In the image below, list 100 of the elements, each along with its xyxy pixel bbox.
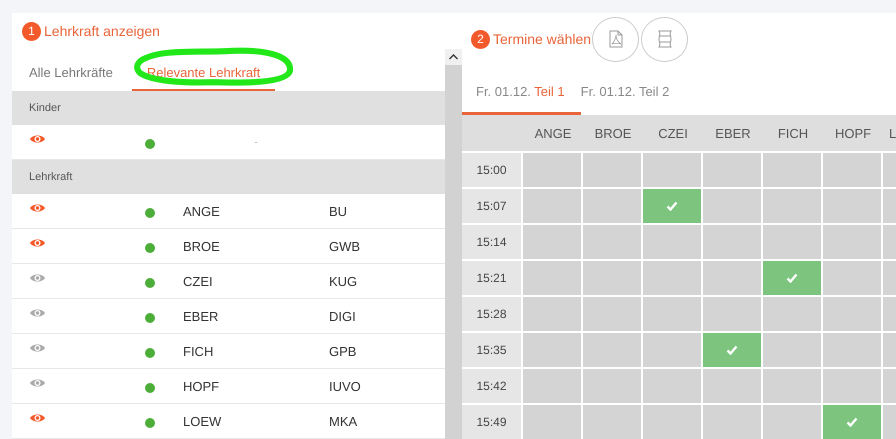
column-header: CZEI xyxy=(658,126,688,140)
time-slot[interactable] xyxy=(643,369,701,403)
time-slot[interactable] xyxy=(583,405,641,439)
column-header: FICH xyxy=(778,126,808,140)
eye-icon[interactable] xyxy=(29,133,46,145)
time-slot[interactable] xyxy=(583,369,641,403)
time-slot[interactable] xyxy=(823,405,881,439)
time-slot[interactable] xyxy=(703,369,761,403)
time-slot[interactable] xyxy=(763,153,821,187)
subject-code: GWB xyxy=(329,238,360,254)
step-badge: 2 xyxy=(471,30,490,49)
time-slot[interactable] xyxy=(823,225,881,259)
time-slot[interactable] xyxy=(583,225,641,259)
time-slot[interactable] xyxy=(643,297,701,331)
section-title: Termine wählen xyxy=(493,31,592,48)
column-header: ANGE xyxy=(534,126,572,140)
time-slot[interactable] xyxy=(643,261,701,295)
time-slot[interactable] xyxy=(763,189,821,223)
teacher-code: LOEW xyxy=(183,414,222,428)
time-slot[interactable] xyxy=(823,369,881,403)
teacher-code: BROE xyxy=(183,238,220,254)
time-slot[interactable] xyxy=(583,189,641,223)
pdf-icon xyxy=(608,30,623,48)
time-cell: 15:21 xyxy=(462,261,521,295)
teacher-code: FICH xyxy=(183,344,214,358)
time-slot[interactable] xyxy=(703,297,761,331)
check-icon xyxy=(726,345,738,355)
time-slot[interactable] xyxy=(823,333,881,367)
time-slot[interactable] xyxy=(523,333,581,367)
eye-icon[interactable] xyxy=(29,237,46,249)
time-slot[interactable] xyxy=(763,369,821,403)
time-slot[interactable] xyxy=(583,261,641,295)
scrollbar[interactable] xyxy=(445,49,462,439)
time-slot[interactable] xyxy=(703,261,761,295)
teacher-code: - xyxy=(254,136,258,148)
time-cell: 15:07 xyxy=(462,189,521,223)
teacher-code: ANGE xyxy=(183,204,220,218)
teacher-code: CZEI xyxy=(183,274,213,288)
time-slot[interactable] xyxy=(703,225,761,259)
teacher-code: EBER xyxy=(183,308,218,324)
time-slot[interactable] xyxy=(643,405,701,439)
column-header: HOPF xyxy=(834,126,872,140)
column-header: EBER xyxy=(715,126,751,140)
time-slot[interactable] xyxy=(643,153,701,187)
document-icon xyxy=(656,30,673,48)
check-icon xyxy=(786,273,798,283)
time-slot[interactable] xyxy=(823,297,881,331)
time-cell: 15:28 xyxy=(462,297,521,331)
time-slot[interactable] xyxy=(583,333,641,367)
time-slot[interactable] xyxy=(523,297,581,331)
check-icon xyxy=(846,417,858,427)
eye-icon[interactable] xyxy=(29,307,46,319)
time-slot[interactable] xyxy=(643,189,701,223)
time-slot[interactable] xyxy=(763,405,821,439)
check-icon xyxy=(666,201,678,211)
subject-code: GPB xyxy=(329,344,356,358)
group-header: Lehrkraft xyxy=(12,160,445,194)
time-slot[interactable] xyxy=(763,261,821,295)
section-title: Lehrkraft anzeigen xyxy=(44,23,160,39)
time-slot[interactable] xyxy=(523,405,581,439)
eye-icon[interactable] xyxy=(29,272,46,284)
eye-icon[interactable] xyxy=(29,202,46,214)
time-slot[interactable] xyxy=(703,405,761,439)
time-slot[interactable] xyxy=(763,297,821,331)
subject-code: BU xyxy=(329,204,348,218)
column-header: L xyxy=(889,126,896,140)
time-slot[interactable] xyxy=(643,225,701,259)
time-slot[interactable] xyxy=(703,153,761,187)
time-slot[interactable] xyxy=(823,153,881,187)
time-cell: 15:49 xyxy=(462,405,521,439)
time-slot[interactable] xyxy=(523,225,581,259)
time-slot[interactable] xyxy=(523,261,581,295)
time-cell: 15:42 xyxy=(462,369,521,403)
caret-icon[interactable] xyxy=(445,49,462,65)
time-slot[interactable] xyxy=(583,297,641,331)
time-slot[interactable] xyxy=(703,189,761,223)
step-badge: 1 xyxy=(22,22,41,40)
column-header: BROE xyxy=(594,126,632,140)
time-cell: 15:35 xyxy=(462,333,521,367)
group-header: Kinder xyxy=(12,91,445,125)
time-slot[interactable] xyxy=(823,189,881,223)
time-slot[interactable] xyxy=(703,333,761,367)
day-tab[interactable]: Fr. 01.12. Teil 2 xyxy=(580,66,686,115)
time-slot[interactable] xyxy=(643,333,701,367)
time-slot[interactable] xyxy=(523,189,581,223)
time-slot[interactable] xyxy=(523,369,581,403)
subject-code: KUG xyxy=(329,274,358,288)
subject-code: MKA xyxy=(329,414,358,428)
subject-code: DIGI xyxy=(329,308,356,324)
eye-icon[interactable] xyxy=(29,377,46,389)
filter-tab[interactable]: Alle Lehrkräfte xyxy=(29,49,113,91)
time-slot[interactable] xyxy=(823,261,881,295)
time-cell: 15:00 xyxy=(462,153,521,187)
time-slot[interactable] xyxy=(583,153,641,187)
time-slot[interactable] xyxy=(763,225,821,259)
time-slot[interactable] xyxy=(763,333,821,367)
time-cell: 15:14 xyxy=(462,225,521,259)
time-slot[interactable] xyxy=(523,153,581,187)
eye-icon[interactable] xyxy=(29,412,46,424)
eye-icon[interactable] xyxy=(29,342,46,354)
